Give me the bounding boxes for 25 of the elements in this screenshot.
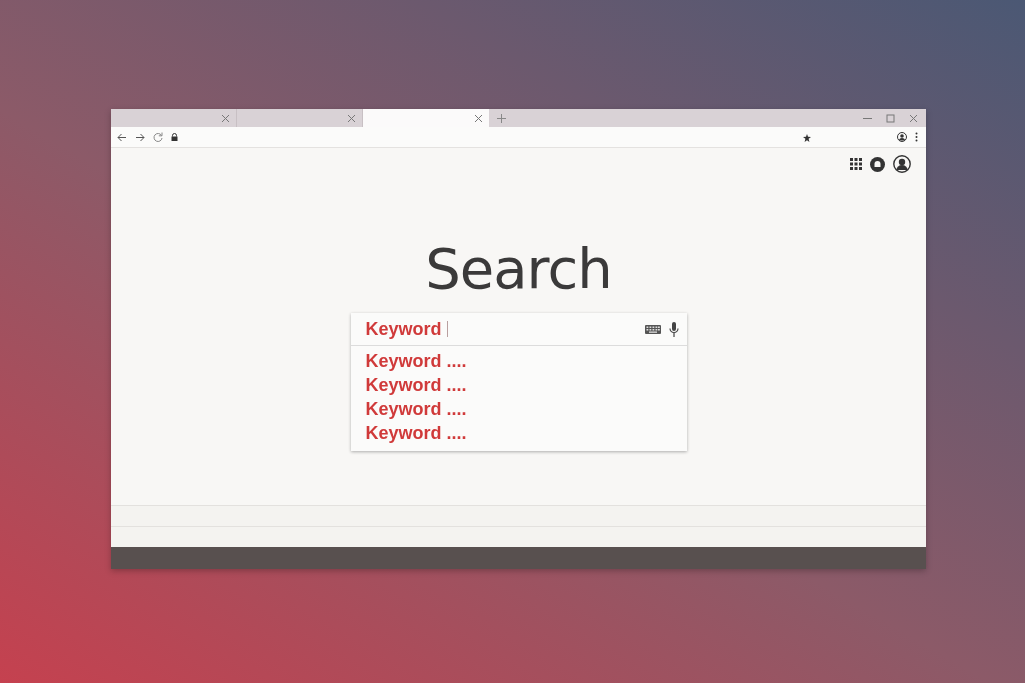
- search-suggestion[interactable]: Keyword ....: [365, 373, 687, 397]
- microphone-icon[interactable]: [668, 321, 679, 337]
- avatar-icon[interactable]: [893, 155, 911, 173]
- lock-icon: [171, 133, 178, 141]
- reload-icon[interactable]: [153, 132, 163, 142]
- close-icon[interactable]: [347, 113, 356, 123]
- search-suggestion[interactable]: Keyword ....: [365, 397, 687, 421]
- maximize-icon[interactable]: [886, 113, 895, 123]
- text-cursor: [446, 321, 448, 337]
- close-icon[interactable]: [221, 113, 230, 123]
- search-field[interactable]: Keyword: [350, 313, 687, 346]
- keyboard-icon[interactable]: [644, 324, 661, 334]
- bell-icon[interactable]: [870, 156, 885, 172]
- profile-icon[interactable]: [897, 132, 907, 142]
- search-suggestion[interactable]: Keyword ....: [365, 349, 687, 373]
- search-heading: Search: [425, 241, 612, 297]
- more-icon[interactable]: [915, 132, 918, 142]
- close-icon[interactable]: [474, 113, 483, 123]
- back-icon[interactable]: [117, 132, 127, 142]
- forward-icon[interactable]: [135, 132, 145, 142]
- search-suggestion[interactable]: Keyword ....: [365, 421, 687, 445]
- apps-grid-icon[interactable]: [850, 158, 862, 170]
- close-icon[interactable]: [909, 113, 918, 123]
- star-icon[interactable]: [803, 134, 811, 142]
- plus-icon[interactable]: [497, 113, 506, 123]
